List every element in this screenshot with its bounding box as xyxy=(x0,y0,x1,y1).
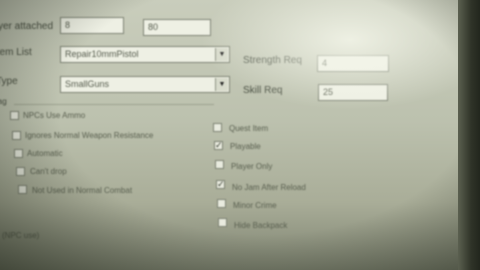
quest-item-label: Quest Item xyxy=(229,124,269,133)
type-label: Type xyxy=(0,76,18,87)
item-list-value: Repair10mmPistol xyxy=(65,49,139,59)
item-list-label: Item List xyxy=(0,47,32,58)
playable-label: Playable xyxy=(230,142,261,151)
hide-backpack-checkbox[interactable] xyxy=(218,218,227,227)
monitor-bezel xyxy=(458,0,480,270)
top-value-2-field[interactable]: 80 xyxy=(143,19,211,36)
check-icon: ✓ xyxy=(217,179,225,189)
npc-use-text: (NPC use) xyxy=(2,231,40,240)
cant-drop-checkbox[interactable] xyxy=(16,167,25,176)
cant-drop-label: Can't drop xyxy=(30,167,67,176)
playable-checkbox[interactable]: ✓ xyxy=(214,141,223,150)
group-divider xyxy=(14,104,214,105)
top-value-1-field[interactable]: 8 xyxy=(60,17,124,34)
item-list-combo[interactable]: Repair10mmPistol ▼ xyxy=(60,46,230,63)
strength-req-field[interactable]: 4 xyxy=(317,55,389,72)
chevron-down-icon[interactable]: ▼ xyxy=(215,78,228,91)
strength-req-label: Strength Req xyxy=(243,55,302,66)
minor-crime-label: Minor Crime xyxy=(233,201,277,210)
type-combo[interactable]: SmallGuns ▼ xyxy=(60,76,230,93)
skill-req-label: Skill Req xyxy=(243,85,283,96)
automatic-checkbox[interactable] xyxy=(14,149,23,158)
hide-backpack-label: Hide Backpack xyxy=(234,221,288,230)
player-only-label: Player Only xyxy=(231,162,273,171)
minor-crime-checkbox[interactable] xyxy=(217,199,226,208)
npcs-use-ammo-label: NPCs Use Ammo xyxy=(23,111,86,120)
no-jam-after-reload-checkbox[interactable]: ✓ xyxy=(216,180,225,189)
ignores-resistance-checkbox[interactable] xyxy=(12,131,21,140)
check-icon: ✓ xyxy=(215,140,223,150)
npcs-use-ammo-checkbox[interactable] xyxy=(10,111,19,120)
not-used-in-combat-checkbox[interactable] xyxy=(18,185,27,194)
top-row-label: yer attached xyxy=(0,21,54,32)
no-jam-after-reload-label: No Jam After Reload xyxy=(232,183,306,192)
quest-item-checkbox[interactable] xyxy=(213,123,222,132)
player-only-checkbox[interactable] xyxy=(215,160,224,169)
chevron-down-icon[interactable]: ▼ xyxy=(215,48,228,61)
weapon-editor-form: yer attached 8 80 Item List Repair10mmPi… xyxy=(0,0,480,270)
ignores-resistance-label: Ignores Normal Weapon Resistance xyxy=(25,131,154,140)
type-value: SmallGuns xyxy=(65,79,110,89)
group-label: lag xyxy=(0,97,7,106)
screen: yer attached 8 80 Item List Repair10mmPi… xyxy=(0,0,480,270)
not-used-in-combat-label: Not Used in Normal Combat xyxy=(32,186,133,195)
automatic-label: Automatic xyxy=(27,149,63,158)
skill-req-field[interactable]: 25 xyxy=(318,84,388,101)
